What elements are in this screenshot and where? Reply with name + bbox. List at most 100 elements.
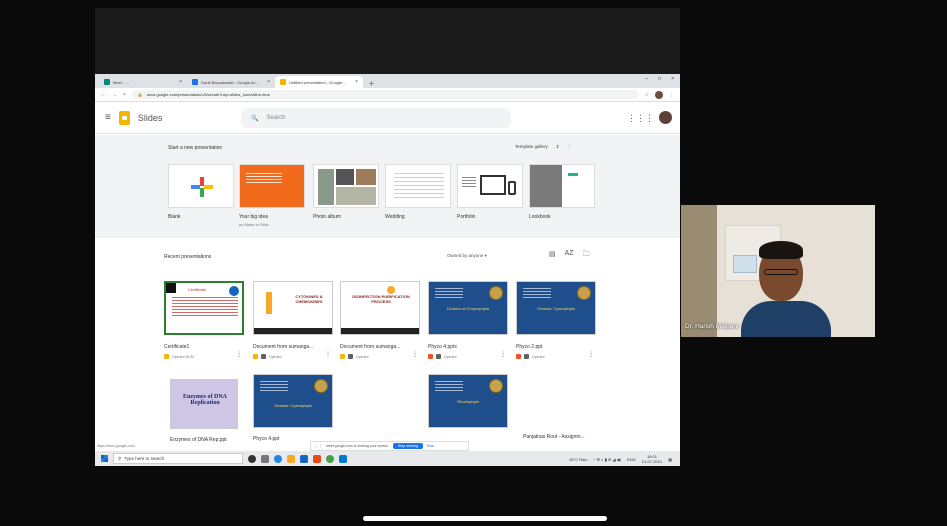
close-icon[interactable]: × [267,79,270,85]
template-thumbnail [529,164,595,208]
app-title: Slides [137,112,163,123]
recent-file-card[interactable]: Division of Chrysophyta Phyco 4.pptx Ope… [428,281,508,359]
thumbnail-text-lines [435,288,463,298]
star-icon[interactable]: ☆ [645,92,649,98]
template-wedding[interactable]: Wedding [385,164,451,220]
close-icon[interactable]: × [355,79,358,85]
thumbnail-title: DISINFECTION PURIFICATION PROCESS [352,294,410,304]
participant-body [741,301,831,337]
menu-icon[interactable]: ≡ [105,112,111,123]
thumbnail-title: Division: Cyanophyta [537,306,575,311]
search-placeholder: Search [266,115,286,121]
recent-file-card[interactable]: Certificate Certificate1 Opened 15:30 ⋮ [164,281,244,359]
office-icon[interactable] [313,454,321,463]
profile-avatar[interactable] [655,90,663,99]
more-icon[interactable]: ⋮ [412,351,418,358]
close-icon[interactable]: × [179,79,182,85]
seal-icon [489,286,503,300]
clock[interactable]: 16:01 21-07-2021 [642,454,662,464]
seal-icon [314,379,328,393]
recent-file-card[interactable]: CYTOKINES & CHEMOKINES Document from sum… [253,281,333,359]
recent-heading: Recent presentations [164,254,212,260]
task-view-icon[interactable] [261,454,269,463]
shared-icon [348,354,353,359]
screen-share-notice: ⋮⋮ meet.google.com is sharing your scree… [310,441,469,451]
recent-file-card[interactable]: Rhodophyta [428,374,508,428]
template-gallery-toggle[interactable]: Template gallery ⇕ ⋮ [515,144,572,150]
photo-block [336,169,354,185]
thumbnail-text-lines [172,297,238,317]
folder-icon[interactable]: 🗀 [583,250,590,261]
thumbnail-title: Division of Chrysophyta [446,306,490,311]
tab-google-account[interactable]: Ganti Baccaloratsi - Google Ac... × [187,76,275,88]
apps-grid-icon[interactable]: ⋮⋮⋮ [627,113,654,124]
user-avatar[interactable] [659,111,672,124]
outlook-icon[interactable] [339,454,347,463]
minimize-icon[interactable]: – [645,76,648,82]
template-label: Your big idea [239,214,269,220]
home-indicator[interactable] [363,516,607,521]
search-input[interactable]: 🔍 Search [241,108,511,128]
tab-label: Untitled presentation - Google ... [289,79,347,85]
tab-meet[interactable]: Meet - ... × [99,76,187,88]
template-label: Wedding [385,214,405,220]
system-tray: 26°C Rain ^ ⚙ ◐ ▮ ✉ ◢ ◀) ENG 16:01 21-07… [569,454,672,464]
hide-button[interactable]: Hide [427,444,434,448]
maximize-icon[interactable]: □ [658,76,661,82]
shared-icon [436,354,441,359]
new-tab-button[interactable]: + [363,79,380,88]
file-thumbnail: Division of Chrysophyta [428,281,508,335]
stop-sharing-button[interactable]: Stop sharing [393,443,423,449]
status-url: https://docs.google.com/ [97,444,135,448]
pptx-file-icon [428,354,433,359]
thumbnail-graphic [266,292,272,314]
sort-icon[interactable]: AZ [565,250,574,261]
recent-file-card[interactable]: Division: Cyanophyta Phyco 4.ppt [253,374,333,442]
shared-icon [524,354,529,359]
drag-handle-icon[interactable]: ⋮⋮ [315,444,322,448]
more-icon[interactable]: ⋮ [669,92,674,98]
taskbar-search-input[interactable]: ⚲ Type here to search [113,453,243,464]
notification-icon[interactable]: ▦ [668,457,672,462]
thumbnail-text-lines [394,173,444,201]
more-icon[interactable]: ⋮ [568,144,573,150]
language-indicator[interactable]: ENG [627,457,636,462]
owner-filter-dropdown[interactable]: Owned by anyone ▾ [447,253,487,259]
file-name: Document from sumanga... [253,344,314,350]
template-portfolio[interactable]: Portfolio [457,164,523,220]
recent-file-card[interactable]: Division: Cyanophyta Phyco 2.ppt Opened … [516,281,596,359]
file-meta-text: Opened [269,354,282,359]
file-thumbnail: CYTOKINES & CHEMOKINES [253,281,333,335]
tray-icons[interactable]: ^ ⚙ ◐ ▮ ✉ ◢ ◀) [593,457,621,462]
forward-icon[interactable]: → [112,92,117,98]
template-label: Portfolio [457,214,476,220]
close-icon[interactable]: × [123,92,126,98]
url-input[interactable]: 🔒 docs.google.com/presentation/u/0/creat… [131,90,639,99]
recent-file-card[interactable]: Enzymes of DNA Replication Enzymes of DN… [170,379,250,443]
file-explorer-icon[interactable] [287,454,295,463]
more-icon[interactable]: ⋮ [236,351,242,358]
template-photo-album[interactable]: Photo album [313,164,379,220]
more-icon[interactable]: ⋮ [588,351,594,358]
more-icon[interactable]: ⋮ [500,351,506,358]
recent-file-card[interactable]: Panjatnas Rout - Assignm... [523,434,603,440]
cortana-icon[interactable] [248,454,256,463]
template-lookbook[interactable]: Lookbook [529,164,595,220]
template-your-big-idea[interactable]: Your big idea by Made to Stick [239,164,305,227]
weather-text[interactable]: 26°C Rain [569,457,587,462]
close-window-icon[interactable]: × [671,76,674,82]
tab-untitled-presentation[interactable]: Untitled presentation - Google ... × [275,76,363,88]
slides-logo-icon[interactable] [118,110,130,125]
file-meta: Opened 15:30 [164,354,244,359]
recent-file-card[interactable]: DISINFECTION PURIFICATION PROCESS Docume… [340,281,420,359]
list-view-icon[interactable]: ▤ [549,250,556,261]
chrome-icon[interactable] [326,454,334,463]
windows-start-icon[interactable] [101,455,108,462]
more-icon[interactable]: ⋮ [325,351,331,358]
monitor-shape [480,175,506,195]
back-icon[interactable]: ← [101,92,106,98]
edge-icon[interactable] [274,454,282,463]
browser-window: Meet - ... × Ganti Baccaloratsi - Google… [95,74,680,466]
template-blank[interactable]: Blank [168,164,234,220]
store-icon[interactable] [300,454,308,463]
